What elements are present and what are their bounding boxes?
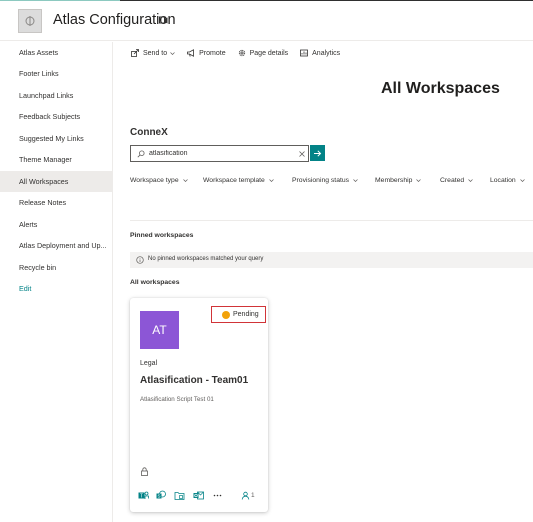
sidebar-item-feedback-subjects[interactable]: Feedback Subjects [0, 106, 113, 127]
search-box [130, 145, 309, 162]
workspace-description: Atlasification Script Test 01 [140, 396, 214, 403]
arrow-right-icon [314, 149, 322, 157]
chevron-down-icon [353, 179, 358, 182]
chevron-down-icon [269, 179, 274, 182]
analytics-label: Analytics [312, 49, 341, 57]
analytics-button[interactable]: Analytics [300, 49, 340, 57]
chevron-down-icon [182, 179, 188, 182]
filter-label: Membership [375, 177, 413, 184]
sharepoint-icon[interactable]: S [156, 490, 167, 501]
lock-icon [141, 467, 148, 476]
sidebar-item-recycle-bin[interactable]: Recycle bin [0, 257, 113, 278]
workspace-category: Legal [140, 360, 158, 367]
chevron-down-icon [468, 179, 473, 182]
search-icon [137, 150, 145, 158]
sidebar-item-suggested-my-links[interactable]: Suggested My Links [0, 128, 113, 149]
filter-membership[interactable]: Membership [375, 177, 422, 184]
sidebar-item-all-workspaces[interactable]: All Workspaces [0, 171, 113, 192]
command-bar: Send to Promote Page details Analytics [131, 46, 352, 60]
person-icon [241, 491, 250, 500]
chevron-down-icon [170, 51, 175, 55]
sidebar-edit-link[interactable]: Edit [0, 278, 113, 299]
filter-workspace-template[interactable]: Workspace template [203, 177, 274, 184]
sidebar-item-alerts[interactable]: Alerts [0, 214, 113, 235]
filter-provisioning-status[interactable]: Provisioning status [292, 177, 358, 184]
section-heading: ConneX [130, 127, 168, 138]
page-details-button[interactable]: Page details [238, 49, 289, 57]
send-to-label: Send to [143, 49, 168, 57]
page-details-label: Page details [249, 49, 289, 57]
filter-location[interactable]: Location [490, 177, 525, 184]
workspace-avatar: AT [140, 311, 179, 349]
workspace-actions: T S 1 [138, 490, 266, 502]
workspace-title[interactable]: Atlasification - Team01 [140, 375, 248, 386]
svg-text:S: S [157, 494, 160, 499]
filter-bar: Workspace type Workspace template Provis… [130, 177, 533, 189]
site-title[interactable]: Atlas Configuration [53, 12, 176, 28]
search-submit-button[interactable] [310, 145, 325, 161]
status-badge: Pending [211, 306, 266, 323]
promote-label: Promote [199, 49, 226, 57]
member-count[interactable]: 1 [241, 491, 255, 500]
filter-label: Workspace template [203, 177, 265, 184]
page-title: All Workspaces [381, 80, 500, 97]
info-icon [136, 256, 144, 264]
files-icon[interactable] [174, 490, 185, 501]
status-dot [222, 310, 230, 319]
filter-label: Provisioning status [292, 177, 350, 184]
analytics-icon [300, 49, 309, 57]
sidebar-item-atlas-assets[interactable]: Atlas Assets [0, 42, 113, 63]
sidebar-item-release-notes[interactable]: Release Notes [0, 192, 113, 213]
section-divider [130, 220, 533, 221]
filter-workspace-type[interactable]: Workspace type [130, 177, 188, 184]
search-input[interactable] [149, 147, 294, 160]
promote-button[interactable]: Promote [187, 49, 226, 57]
more-options-icon[interactable] [212, 490, 223, 501]
share-icon [131, 49, 139, 57]
clear-search-icon[interactable] [298, 150, 306, 158]
site-logo-icon [25, 16, 35, 26]
filter-label: Location [490, 177, 516, 184]
site-logo[interactable] [18, 9, 42, 33]
site-settings-icon[interactable] [159, 16, 168, 25]
chevron-down-icon [416, 179, 422, 182]
member-count-value: 1 [251, 492, 255, 499]
sidebar-item-atlas-deployment[interactable]: Atlas Deployment and Up... [0, 235, 113, 256]
outlook-icon[interactable] [193, 490, 204, 501]
pinned-empty-text: No pinned workspaces matched your query [148, 256, 264, 262]
megaphone-icon [187, 49, 195, 57]
pinned-heading: Pinned workspaces [130, 232, 194, 239]
sidebar-item-launchpad-links[interactable]: Launchpad Links [0, 85, 113, 106]
site-header: Atlas Configuration [0, 1, 533, 41]
status-label: Pending [233, 311, 259, 318]
filter-label: Workspace type [130, 177, 179, 184]
chevron-down-icon [519, 179, 525, 182]
send-to-button[interactable]: Send to [131, 49, 175, 57]
sidebar-item-theme-manager[interactable]: Theme Manager [0, 149, 113, 170]
filter-created[interactable]: Created [440, 177, 473, 184]
workspace-card[interactable]: AT Pending Legal Atlasification - Team01… [130, 298, 268, 512]
pinned-empty-message: No pinned workspaces matched your query [130, 252, 533, 268]
left-navigation: Atlas Assets Footer Links Launchpad Link… [0, 42, 113, 522]
teams-icon[interactable]: T [138, 490, 149, 501]
filter-label: Created [440, 177, 465, 184]
gear-icon [238, 49, 245, 57]
svg-text:T: T [140, 493, 143, 499]
sidebar-item-footer-links[interactable]: Footer Links [0, 63, 113, 84]
all-workspaces-heading: All workspaces [130, 279, 180, 286]
